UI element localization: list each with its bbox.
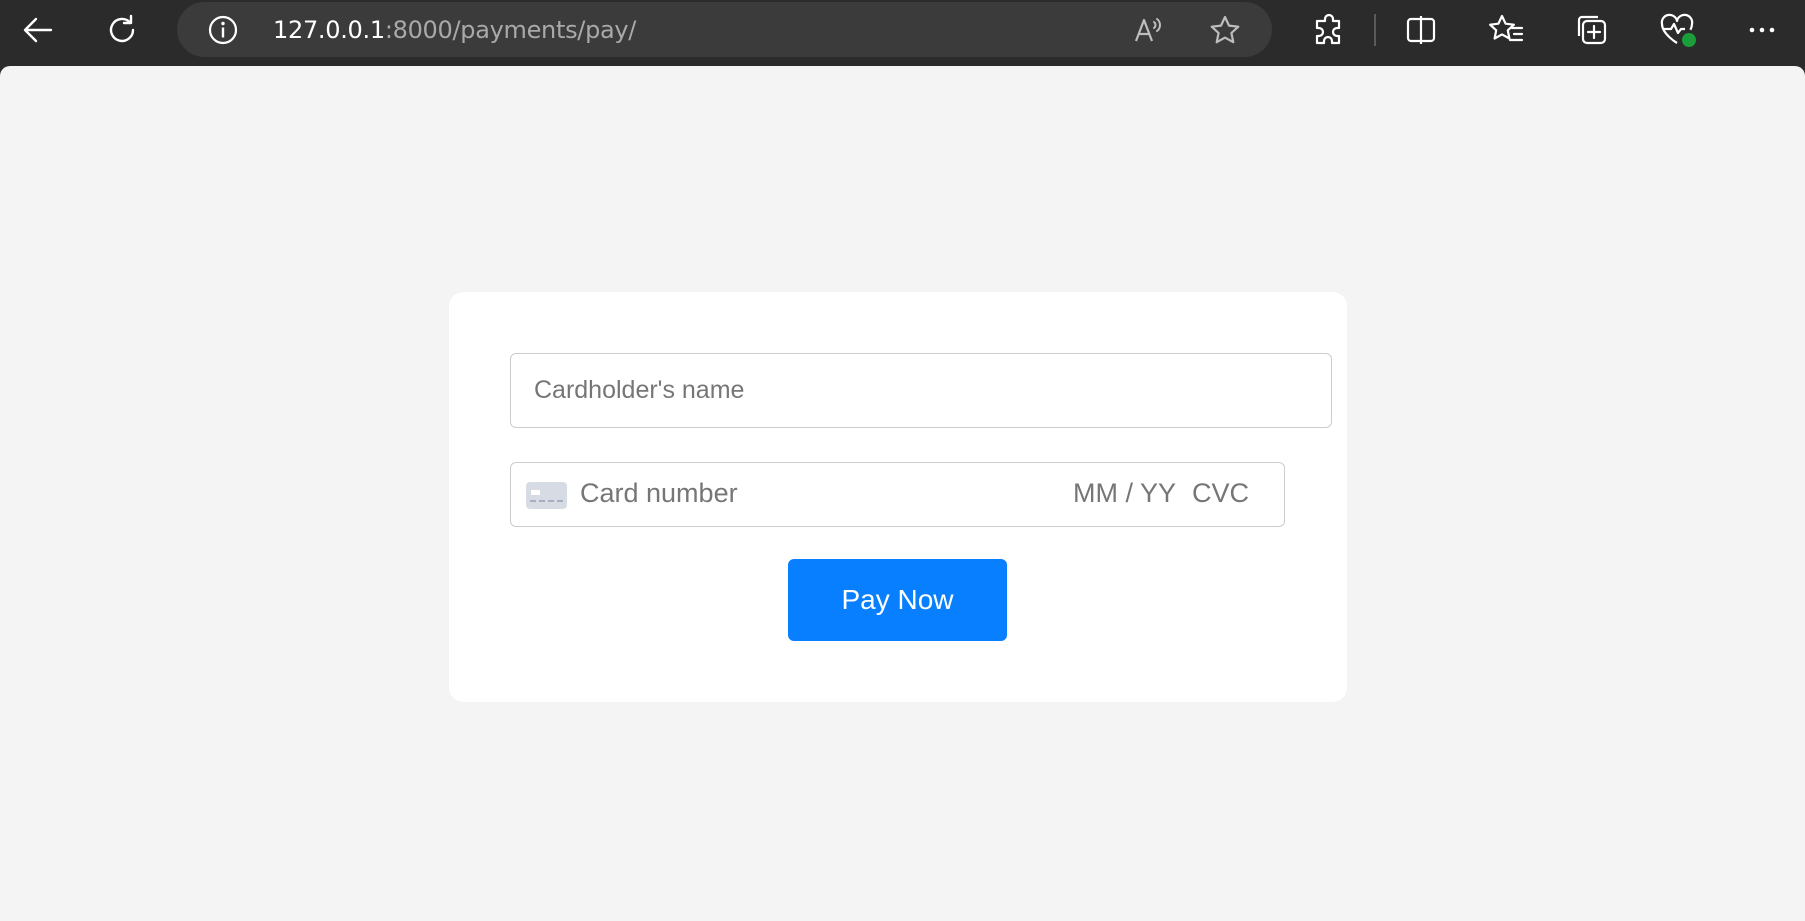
favorites-list-icon[interactable] <box>1484 8 1528 52</box>
browser-toolbar: 127.0.0.1:8000/payments/pay/ <box>0 0 1805 66</box>
browser-essentials-icon[interactable] <box>1655 8 1699 52</box>
toolbar-divider <box>1374 14 1376 46</box>
refresh-icon[interactable] <box>100 8 144 52</box>
payment-card: Card number MM / YY CVC Pay Now <box>449 292 1347 702</box>
extensions-icon[interactable] <box>1307 8 1351 52</box>
cvc-input[interactable]: CVC <box>1192 478 1249 509</box>
favorite-star-icon[interactable] <box>1205 10 1245 50</box>
pay-now-button[interactable]: Pay Now <box>788 559 1007 641</box>
back-arrow-icon[interactable] <box>16 8 60 52</box>
site-info-icon[interactable] <box>207 14 239 46</box>
credit-card-icon <box>526 482 567 509</box>
cardholder-name-field[interactable] <box>510 353 1332 428</box>
more-options-icon[interactable] <box>1740 8 1784 52</box>
split-screen-icon[interactable] <box>1399 8 1443 52</box>
url-text[interactable]: 127.0.0.1:8000/payments/pay/ <box>273 16 636 44</box>
card-details-field[interactable]: Card number MM / YY CVC <box>510 462 1285 527</box>
url-host: 127.0.0.1 <box>273 16 385 44</box>
card-number-input[interactable]: Card number <box>580 478 738 509</box>
read-aloud-icon[interactable] <box>1128 10 1168 50</box>
url-path: :8000/payments/pay/ <box>384 16 637 44</box>
page-viewport: Card number MM / YY CVC Pay Now <box>0 66 1805 921</box>
cardholder-name-input[interactable] <box>511 354 1331 427</box>
address-bar[interactable]: 127.0.0.1:8000/payments/pay/ <box>177 2 1272 57</box>
expiry-date-input[interactable]: MM / YY <box>1073 478 1176 509</box>
collections-icon[interactable] <box>1570 8 1614 52</box>
